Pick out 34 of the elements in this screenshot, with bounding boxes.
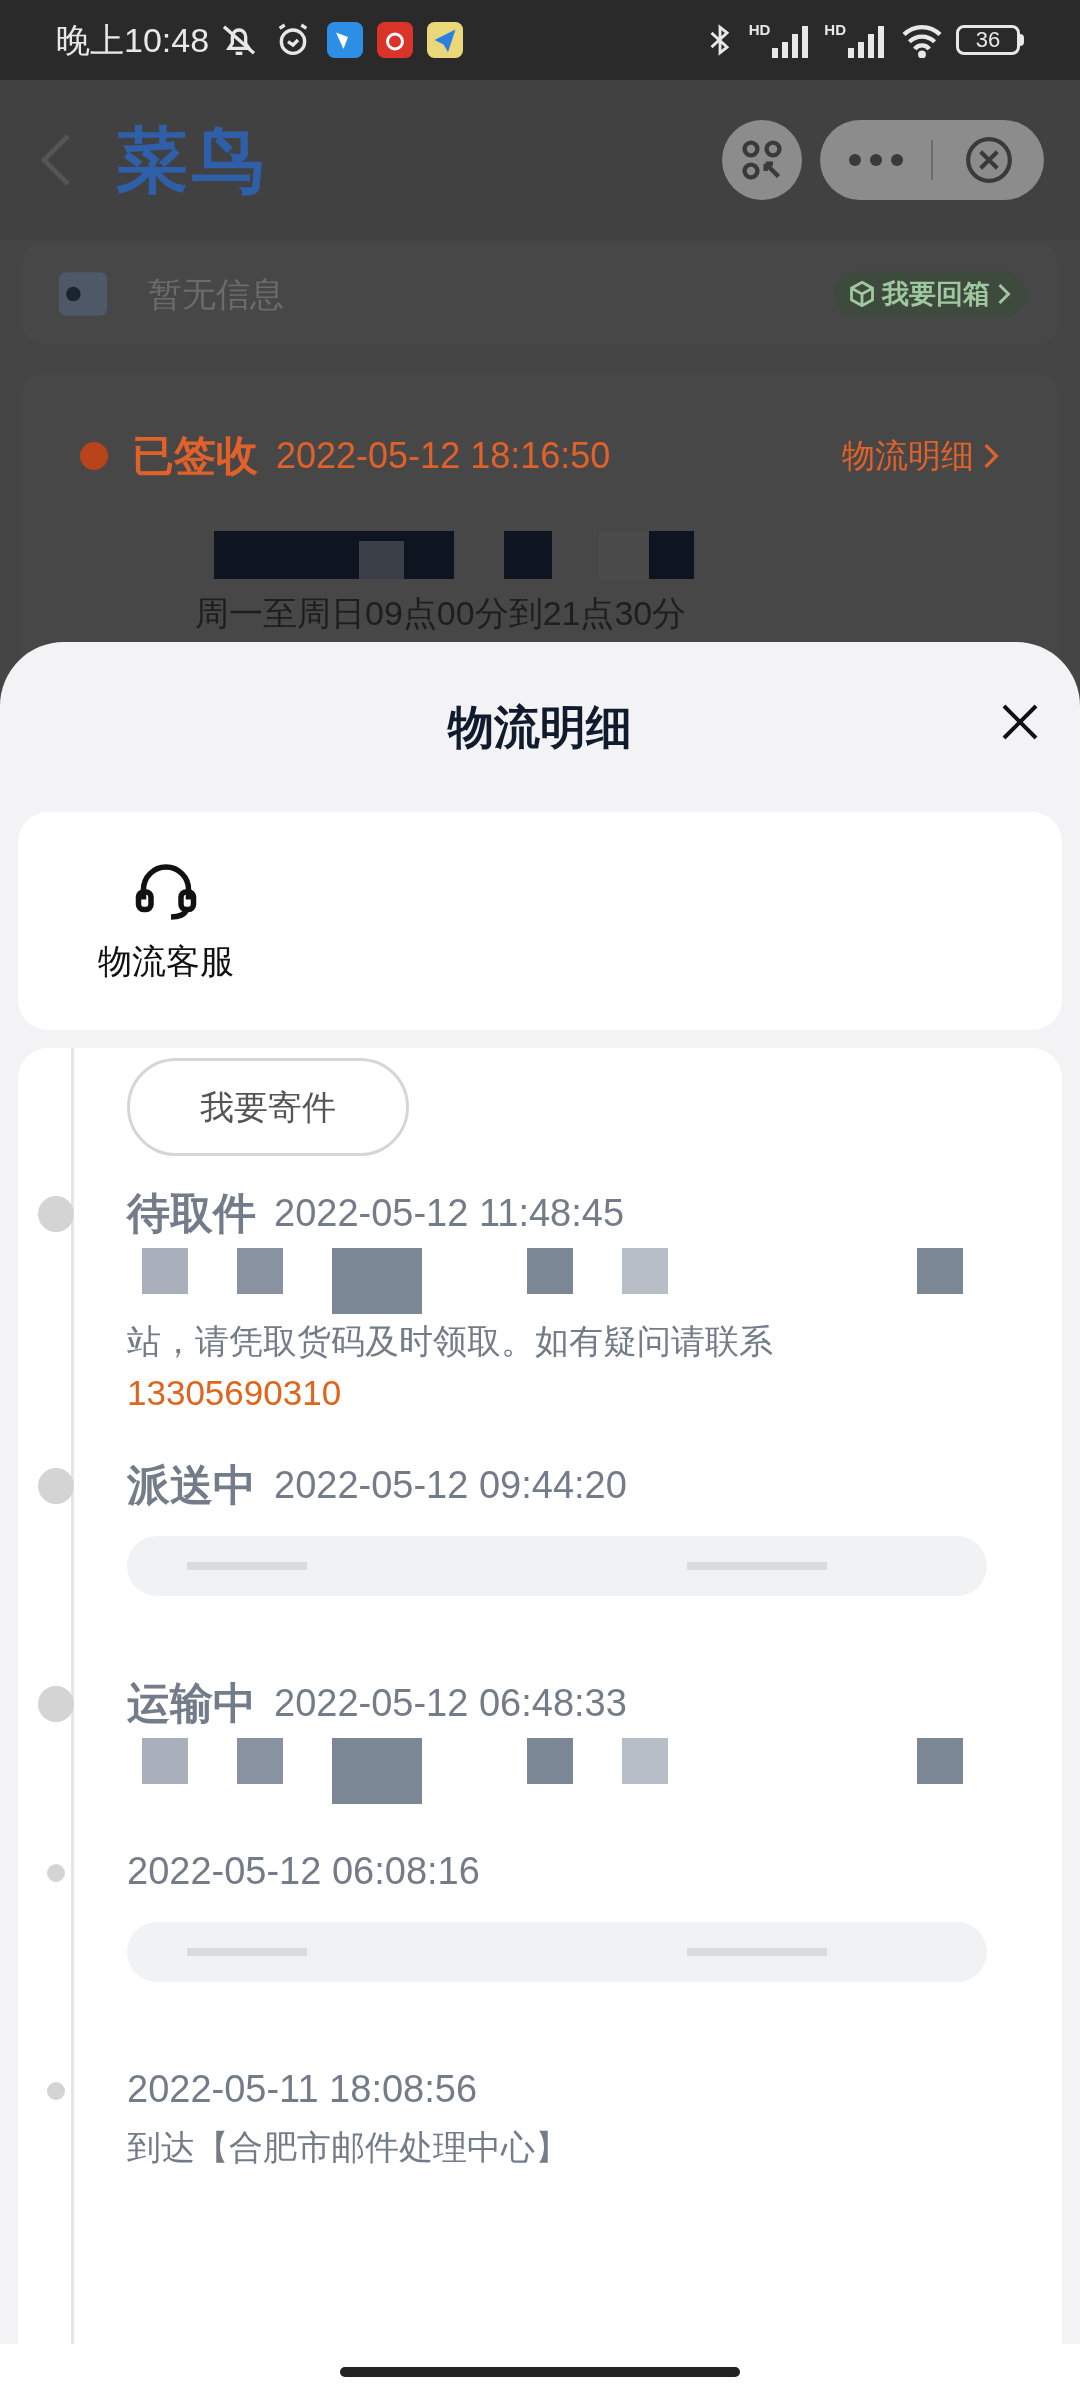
app-logo: 菜鸟 <box>116 119 268 202</box>
delivery-status: 已签收 <box>132 431 258 481</box>
event-time: 2022-05-12 11:48:45 <box>274 1190 625 1236</box>
app-icon <box>427 22 464 58</box>
wifi-icon <box>900 22 944 58</box>
more-icon <box>847 153 904 167</box>
chevron-icon <box>996 282 1012 306</box>
battery-level: 36 <box>956 25 1020 55</box>
scan-icon <box>740 138 784 182</box>
event-time: 2022-05-12 06:48:33 <box>274 1680 627 1726</box>
event-time: 2022-05-12 06:08:16 <box>127 1848 480 1894</box>
return-box-button[interactable]: 我要回箱 <box>834 271 1026 317</box>
event-status: 派送中 <box>127 1459 256 1511</box>
clock-time: 晚上10:48 <box>56 19 210 61</box>
customer-service-button[interactable]: 物流客服 <box>98 862 234 1030</box>
logistics-detail-link[interactable]: 物流明细 <box>842 430 1000 481</box>
event-description: 站，请凭取货码及时领取。如有疑问请联系 <box>127 1321 774 1362</box>
close-icon <box>963 135 1014 185</box>
box-icon <box>848 280 876 308</box>
app-icon <box>327 22 364 58</box>
event-status: 待取件 <box>127 1187 256 1239</box>
sheet-title: 物流明细 <box>448 699 632 755</box>
app-icon <box>377 22 414 58</box>
event-description: 到达【合肥市邮件处理中心】 <box>127 2127 570 2168</box>
phone-link[interactable]: 13305690310 <box>127 1368 1022 1418</box>
status-time: 2022-05-12 18:16:50 <box>276 433 611 478</box>
network-label: HD <box>824 22 846 37</box>
close-icon <box>1000 702 1040 742</box>
event-time: 2022-05-12 09:44:20 <box>274 1462 627 1508</box>
send-package-button[interactable]: 我要寄件 <box>127 1058 409 1156</box>
event-time: 2022-05-11 18:08:56 <box>127 2066 478 2112</box>
battery-tip <box>1020 34 1024 46</box>
event-status: 运输中 <box>127 1677 256 1729</box>
network-label: HD <box>748 22 771 37</box>
